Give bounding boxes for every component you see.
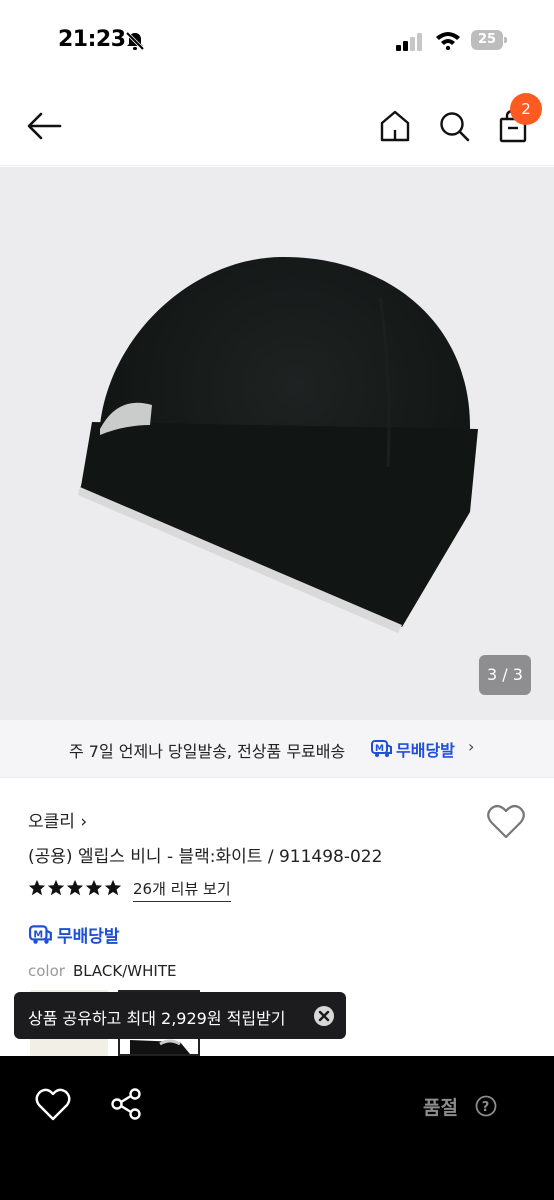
status-time: 21:23 [58, 27, 126, 52]
star-icon [66, 879, 84, 896]
close-icon[interactable] [313, 1005, 335, 1027]
color-row: color BLACK/WHITE [28, 962, 176, 980]
star-icon [85, 879, 103, 896]
home-icon[interactable] [377, 108, 413, 144]
heart-icon[interactable] [35, 1088, 71, 1122]
image-counter: 3 / 3 [479, 655, 531, 695]
svg-text:?: ? [482, 1100, 490, 1115]
product-title: (공용) 엘립스 비니 - 블랙:화이트 / 911498-022 [28, 847, 383, 867]
toast-message: 상품 공유하고 최대 2,929원 적립받기 [28, 1009, 286, 1028]
shipping-banner-text: 주 7일 언제나 당일발송, 전상품 무료배송 [69, 742, 346, 761]
star-icon [28, 879, 46, 896]
help-icon[interactable]: ? [475, 1095, 497, 1117]
cart-count-badge: 2 [510, 93, 542, 125]
truck-logo-icon: M [29, 925, 52, 944]
product-image[interactable] [0, 167, 554, 720]
share-icon[interactable] [108, 1086, 144, 1122]
free-shipping-badge-label: 무배당발 [396, 741, 455, 760]
search-icon[interactable] [436, 108, 472, 144]
brand-link[interactable]: 오클리 › [28, 807, 87, 832]
battery-indicator: 25 [471, 30, 507, 50]
share-reward-toast[interactable]: 상품 공유하고 최대 2,929원 적립받기 [14, 992, 346, 1039]
bottom-action-bar: 품절 ? [0, 1056, 554, 1200]
rating-row: 26개 리뷰 보기 [28, 878, 328, 904]
star-icon [104, 879, 122, 896]
wifi-icon [436, 32, 460, 50]
cellular-signal-icon [396, 33, 422, 51]
color-value: BLACK/WHITE [72, 962, 177, 980]
star-icon [47, 879, 65, 896]
sold-out-label: 품절 [423, 1097, 458, 1119]
battery-tip [504, 37, 507, 43]
heart-icon[interactable] [486, 804, 526, 840]
chevron-right-icon: › [468, 737, 475, 756]
free-shipping-label: 무배당발 [57, 927, 120, 947]
beanie-image [78, 256, 478, 633]
svg-text:M: M [375, 744, 384, 754]
color-label: color [28, 962, 65, 980]
shipping-banner[interactable]: 주 7일 언제나 당일발송, 전상품 무료배송 M 무배당발 › [0, 720, 554, 778]
status-bar: 21:23 25 [0, 0, 554, 84]
back-arrow-icon[interactable] [24, 106, 66, 146]
svg-text:M: M [33, 929, 43, 940]
bell-muted-icon [125, 31, 145, 51]
truck-logo-icon: M [371, 740, 392, 757]
battery-level: 25 [477, 32, 497, 47]
navigation-bar: 2 [0, 84, 554, 166]
review-link[interactable]: 26개 리뷰 보기 [133, 878, 231, 902]
